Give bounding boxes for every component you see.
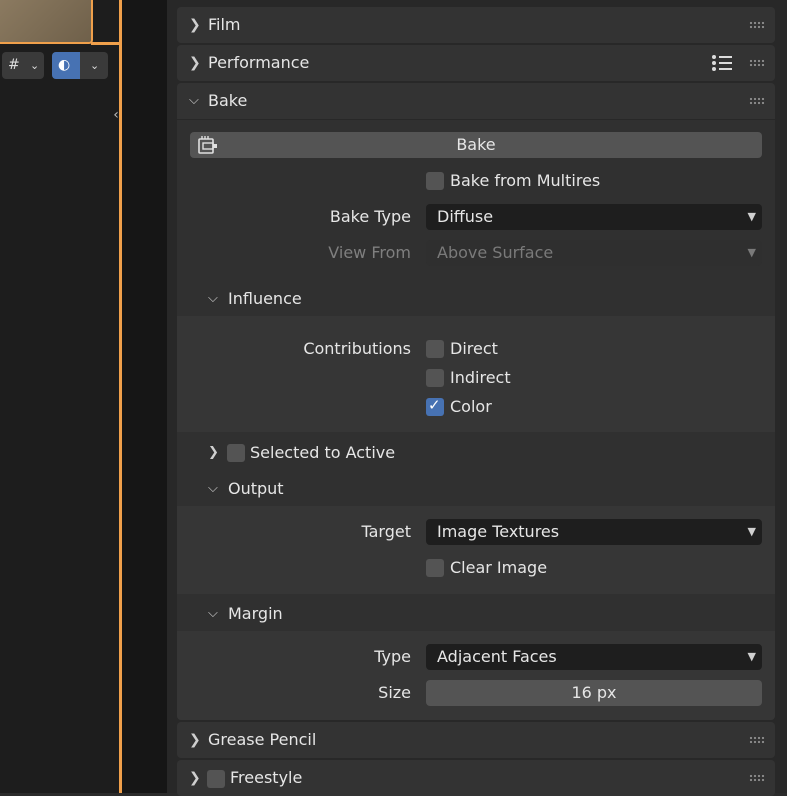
freestyle-checkbox[interactable] <box>207 770 225 788</box>
drag-grip-icon[interactable] <box>749 774 765 782</box>
chevron-right-icon: ❯ <box>189 55 201 71</box>
chevron-down-icon: ▼ <box>747 210 756 223</box>
bake-from-multires-checkbox[interactable] <box>426 172 444 190</box>
drag-grip-icon[interactable] <box>749 59 765 67</box>
panel-title-performance: Performance <box>208 53 310 72</box>
chevron-down-icon: ⌄ <box>90 59 100 72</box>
bake-button-label: Bake <box>456 135 496 154</box>
view-from-value: Above Surface <box>437 243 554 262</box>
gizmo-toggle-button[interactable]: # ⌄ <box>2 52 44 79</box>
panel-title-film: Film <box>208 15 241 34</box>
panel-header-grease-pencil[interactable]: ❯ Grease Pencil <box>177 722 775 758</box>
bake-from-multires-label: Bake from Multires <box>450 171 601 190</box>
margin-size-field[interactable]: 16 px <box>426 680 762 706</box>
chevron-down-icon: ⌵ <box>208 291 218 306</box>
chevron-down-icon: ▼ <box>747 525 756 538</box>
margin-type-label: Type <box>374 647 411 666</box>
chevron-down-icon: ⌵ <box>208 481 218 496</box>
chevron-down-icon: ⌵ <box>208 606 218 621</box>
view-from-label: View From <box>328 243 411 262</box>
color-label: Color <box>450 397 492 416</box>
subpanel-title-influence: Influence <box>228 289 302 308</box>
overlay-toggle-button[interactable]: ◐ ⌄ <box>52 52 108 79</box>
chevron-right-icon: ❯ <box>189 17 201 33</box>
target-label: Target <box>361 522 412 541</box>
indirect-label: Indirect <box>450 368 511 387</box>
viewport-render-preview <box>0 0 93 44</box>
chevron-right-icon: ❯ <box>189 770 201 786</box>
chevron-down-icon: ▼ <box>747 246 756 259</box>
bake-button[interactable]: Bake <box>190 132 762 158</box>
bake-type-dropdown[interactable]: Diffuse ▼ <box>426 204 762 230</box>
panel-title-grease-pencil: Grease Pencil <box>208 730 317 749</box>
panel-header-freestyle[interactable]: ❯ Freestyle <box>177 760 775 796</box>
margin-type-value: Adjacent Faces <box>437 647 557 666</box>
panel-header-film[interactable]: ❯ Film <box>177 7 775 43</box>
subpanel-title-selected-to-active: Selected to Active <box>250 443 396 462</box>
color-checkbox[interactable] <box>426 396 444 416</box>
chevron-down-icon: ▼ <box>747 650 756 663</box>
chevron-right-icon: ❯ <box>208 445 219 460</box>
grid-icon: # <box>8 57 20 73</box>
panel-header-performance[interactable]: ❯ Performance <box>177 45 775 81</box>
panel-header-bake[interactable]: ⌵ Bake <box>177 83 775 119</box>
margin-type-dropdown[interactable]: Adjacent Faces ▼ <box>426 644 762 670</box>
panel-title-bake: Bake <box>208 91 248 110</box>
drag-grip-icon[interactable] <box>749 736 765 744</box>
margin-size-value: 16 px <box>571 683 617 702</box>
chevron-down-icon: ⌵ <box>189 93 199 108</box>
selected-to-active-checkbox[interactable] <box>227 444 245 462</box>
target-dropdown[interactable]: Image Textures ▼ <box>426 519 762 545</box>
subpanel-title-output: Output <box>228 479 284 498</box>
clear-image-checkbox[interactable] <box>426 559 444 577</box>
area-divider[interactable] <box>122 0 167 793</box>
indirect-checkbox[interactable] <box>426 369 444 387</box>
margin-size-label: Size <box>378 683 411 702</box>
bake-type-label: Bake Type <box>329 207 411 226</box>
chevron-down-icon: ⌄ <box>30 59 40 72</box>
3d-viewport[interactable] <box>0 0 122 793</box>
panel-title-freestyle: Freestyle <box>230 768 303 787</box>
direct-label: Direct <box>450 339 498 358</box>
subpanel-title-margin: Margin <box>228 604 283 623</box>
contributions-label: Contributions <box>303 339 411 358</box>
viewport-border <box>91 42 122 45</box>
overlay-icon: ◐ <box>58 57 71 73</box>
drag-grip-icon[interactable] <box>749 97 765 105</box>
view-from-dropdown: Above Surface ▼ <box>426 240 762 266</box>
chevron-right-icon: ❯ <box>189 732 201 748</box>
clear-image-label: Clear Image <box>450 558 548 577</box>
sidebar-collapse-icon[interactable]: ‹ <box>110 104 122 126</box>
target-value: Image Textures <box>437 522 560 541</box>
direct-checkbox[interactable] <box>426 340 444 358</box>
list-icon[interactable] <box>711 54 733 76</box>
drag-grip-icon[interactable] <box>749 21 765 29</box>
bake-type-value: Diffuse <box>437 207 494 226</box>
